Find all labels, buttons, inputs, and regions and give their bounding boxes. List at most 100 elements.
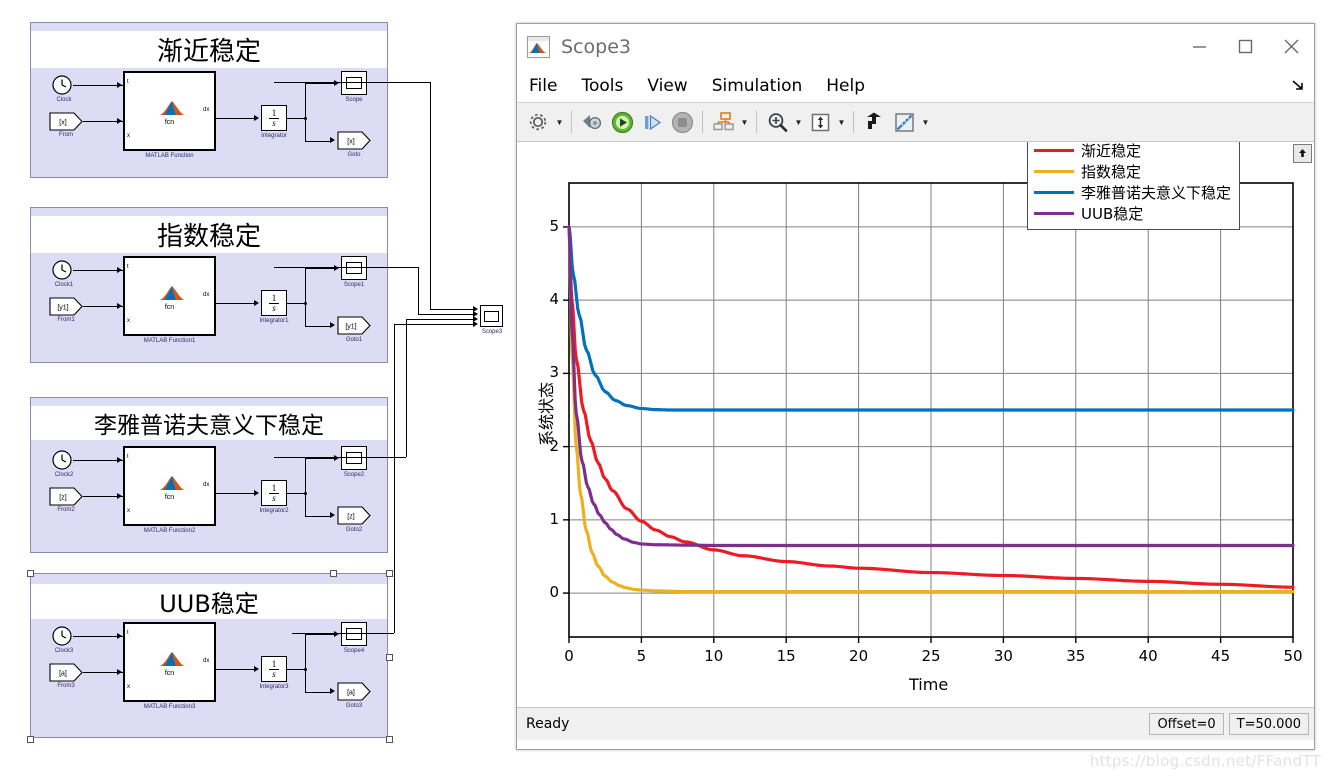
mfun-input-port-x: x bbox=[127, 684, 130, 690]
goto-block[interactable]: [x] bbox=[337, 131, 371, 150]
clock-block-icon[interactable] bbox=[51, 259, 73, 281]
from-block[interactable]: [a] bbox=[49, 662, 83, 682]
simulink-model-canvas[interactable]: 渐近稳定 Clock [x] From fcn t x dx MATLAB Function 1 s… bbox=[0, 0, 515, 776]
clock-block-icon[interactable] bbox=[51, 449, 73, 471]
signal-wire bbox=[305, 268, 335, 269]
menu-help[interactable]: Help bbox=[814, 76, 877, 96]
menu-tools[interactable]: Tools bbox=[569, 76, 635, 96]
simulink-subsystem-group-2[interactable]: 指数稳定 Clock1 [y1] From1 fcn t x dx MATLAB Functio… bbox=[30, 207, 388, 363]
trigger-icon[interactable] bbox=[859, 107, 889, 137]
svg-text:[y1]: [y1] bbox=[345, 324, 356, 331]
x-axis-label: Time bbox=[909, 675, 949, 694]
selection-handle[interactable] bbox=[27, 736, 34, 743]
clock-block-icon[interactable] bbox=[51, 74, 73, 96]
stop-icon[interactable] bbox=[667, 107, 697, 137]
scope-block-label: Scope2 bbox=[343, 472, 365, 478]
signal-wire bbox=[73, 270, 123, 271]
configuration-properties-icon[interactable] bbox=[523, 107, 553, 137]
signal-wire bbox=[305, 83, 306, 118]
wire-arrowhead bbox=[330, 512, 335, 518]
legend-item[interactable]: 渐近稳定 bbox=[1034, 142, 1231, 161]
legend-item[interactable]: 李雅普诺夫意义下稳定 bbox=[1034, 182, 1231, 203]
signal-wire bbox=[216, 303, 255, 304]
step-forward-icon[interactable] bbox=[637, 107, 667, 137]
mfun-output-port-dx: dx bbox=[203, 482, 210, 488]
signal-wire bbox=[305, 458, 335, 459]
run-icon[interactable] bbox=[607, 107, 637, 137]
toolbar-separator bbox=[853, 111, 854, 133]
from-block[interactable]: [z] bbox=[49, 486, 83, 506]
menu-bar: File Tools View Simulation Help bbox=[517, 69, 1314, 103]
selection-handle[interactable] bbox=[386, 736, 393, 743]
scope3-block[interactable] bbox=[480, 305, 503, 327]
cursor-measurements-icon[interactable] bbox=[889, 107, 919, 137]
signal-selection-caret-icon[interactable]: ▼ bbox=[738, 107, 751, 137]
maximize-button[interactable] bbox=[1222, 25, 1268, 69]
integrator-block[interactable]: 1s bbox=[261, 656, 287, 682]
autoscale-caret-icon[interactable]: ▼ bbox=[835, 107, 848, 137]
cursor-measurements-caret-icon[interactable]: ▼ bbox=[919, 107, 932, 137]
scope-block[interactable] bbox=[341, 256, 367, 280]
clock-block-icon[interactable] bbox=[51, 625, 73, 647]
integrator-block[interactable]: 1s bbox=[261, 105, 287, 131]
overflow-arrow-icon[interactable] bbox=[1291, 78, 1305, 95]
menu-file[interactable]: File bbox=[517, 76, 569, 96]
from-block[interactable]: [x] bbox=[49, 111, 83, 131]
clock-block-label: Clock bbox=[56, 97, 72, 103]
signal-wire bbox=[73, 460, 123, 461]
wire-arrowhead bbox=[117, 492, 122, 499]
x-axis-tick-label: 20 bbox=[849, 647, 869, 665]
scope3-signal-wire bbox=[274, 267, 418, 268]
zoom-in-icon[interactable] bbox=[762, 107, 792, 137]
signal-wire bbox=[305, 515, 331, 517]
goto-block[interactable]: [y1] bbox=[337, 316, 371, 335]
simulink-subsystem-group-3[interactable]: 李雅普诺夫意义下稳定 Clock2 [z] From2 fcn t x dx MATLAB Fu… bbox=[30, 397, 388, 553]
scope3-signal-wire bbox=[406, 319, 407, 457]
configuration-caret-icon[interactable]: ▼ bbox=[553, 107, 566, 137]
integrator-block[interactable]: 1s bbox=[261, 480, 287, 506]
selection-handle[interactable] bbox=[386, 570, 393, 577]
mfun-input-port-x: x bbox=[127, 508, 130, 514]
wire-arrowhead bbox=[330, 137, 335, 143]
menu-simulation[interactable]: Simulation bbox=[700, 76, 815, 96]
selection-handle[interactable] bbox=[27, 570, 34, 577]
scope-block[interactable] bbox=[341, 446, 367, 470]
plot-area[interactable]: 渐近稳定 指数稳定 李雅普诺夫意义下稳定 UUB稳定 0 5 10 15 20 25 30 35 40… bbox=[517, 142, 1314, 707]
from-block[interactable]: [y1] bbox=[49, 296, 83, 316]
signal-wire bbox=[287, 118, 305, 119]
scope-block[interactable] bbox=[341, 622, 367, 646]
matlab-function-body-label: fcn bbox=[164, 304, 175, 311]
subsystem-title-3: 李雅普诺夫意义下稳定 bbox=[31, 406, 387, 440]
scope-block[interactable] bbox=[341, 71, 367, 95]
matlab-function-label: MATLAB Function bbox=[145, 153, 194, 159]
toolbar-separator bbox=[702, 111, 703, 133]
selection-handle[interactable] bbox=[386, 654, 393, 661]
signal-selection-icon[interactable] bbox=[708, 107, 738, 137]
integrator-block[interactable]: 1s bbox=[261, 290, 287, 316]
print-icon[interactable] bbox=[577, 107, 607, 137]
signal-wire bbox=[305, 268, 306, 303]
autoscale-icon[interactable] bbox=[805, 107, 835, 137]
watermark: https://blog.csdn.net/FFandTT bbox=[1089, 752, 1321, 770]
goto-block[interactable]: [a] bbox=[337, 682, 371, 701]
y-axis-tick-label: 3 bbox=[549, 363, 559, 382]
menu-view[interactable]: View bbox=[635, 76, 699, 96]
simulink-subsystem-group-1[interactable]: 渐近稳定 Clock [x] From fcn t x dx MATLAB Function 1 s… bbox=[30, 22, 388, 178]
signal-wire bbox=[305, 458, 306, 493]
legend-item[interactable]: 指数稳定 bbox=[1034, 161, 1231, 182]
legend-color-swatch bbox=[1034, 170, 1074, 173]
scope-block-label: Scope4 bbox=[343, 648, 365, 654]
close-button[interactable] bbox=[1268, 25, 1314, 69]
minimize-button[interactable] bbox=[1176, 25, 1222, 69]
chart-legend[interactable]: 渐近稳定 指数稳定 李雅普诺夫意义下稳定 UUB稳定 bbox=[1027, 142, 1241, 230]
selection-handle[interactable] bbox=[330, 570, 337, 577]
mfun-input-port-t: t bbox=[127, 79, 129, 85]
legend-item[interactable]: UUB稳定 bbox=[1034, 203, 1231, 224]
simulink-subsystem-group-4[interactable]: UUB稳定 Clock3 [a] From3 fcn t x dx MATLAB Functio… bbox=[30, 573, 388, 738]
zoom-caret-icon[interactable]: ▼ bbox=[792, 107, 805, 137]
signal-wire bbox=[216, 669, 255, 670]
scroll-to-top-icon[interactable] bbox=[1293, 144, 1312, 163]
signal-wire bbox=[216, 118, 255, 119]
scope-window[interactable]: Scope3 File Tools View Simulation Help ▼… bbox=[516, 23, 1315, 750]
goto-block[interactable]: [z] bbox=[337, 506, 371, 525]
